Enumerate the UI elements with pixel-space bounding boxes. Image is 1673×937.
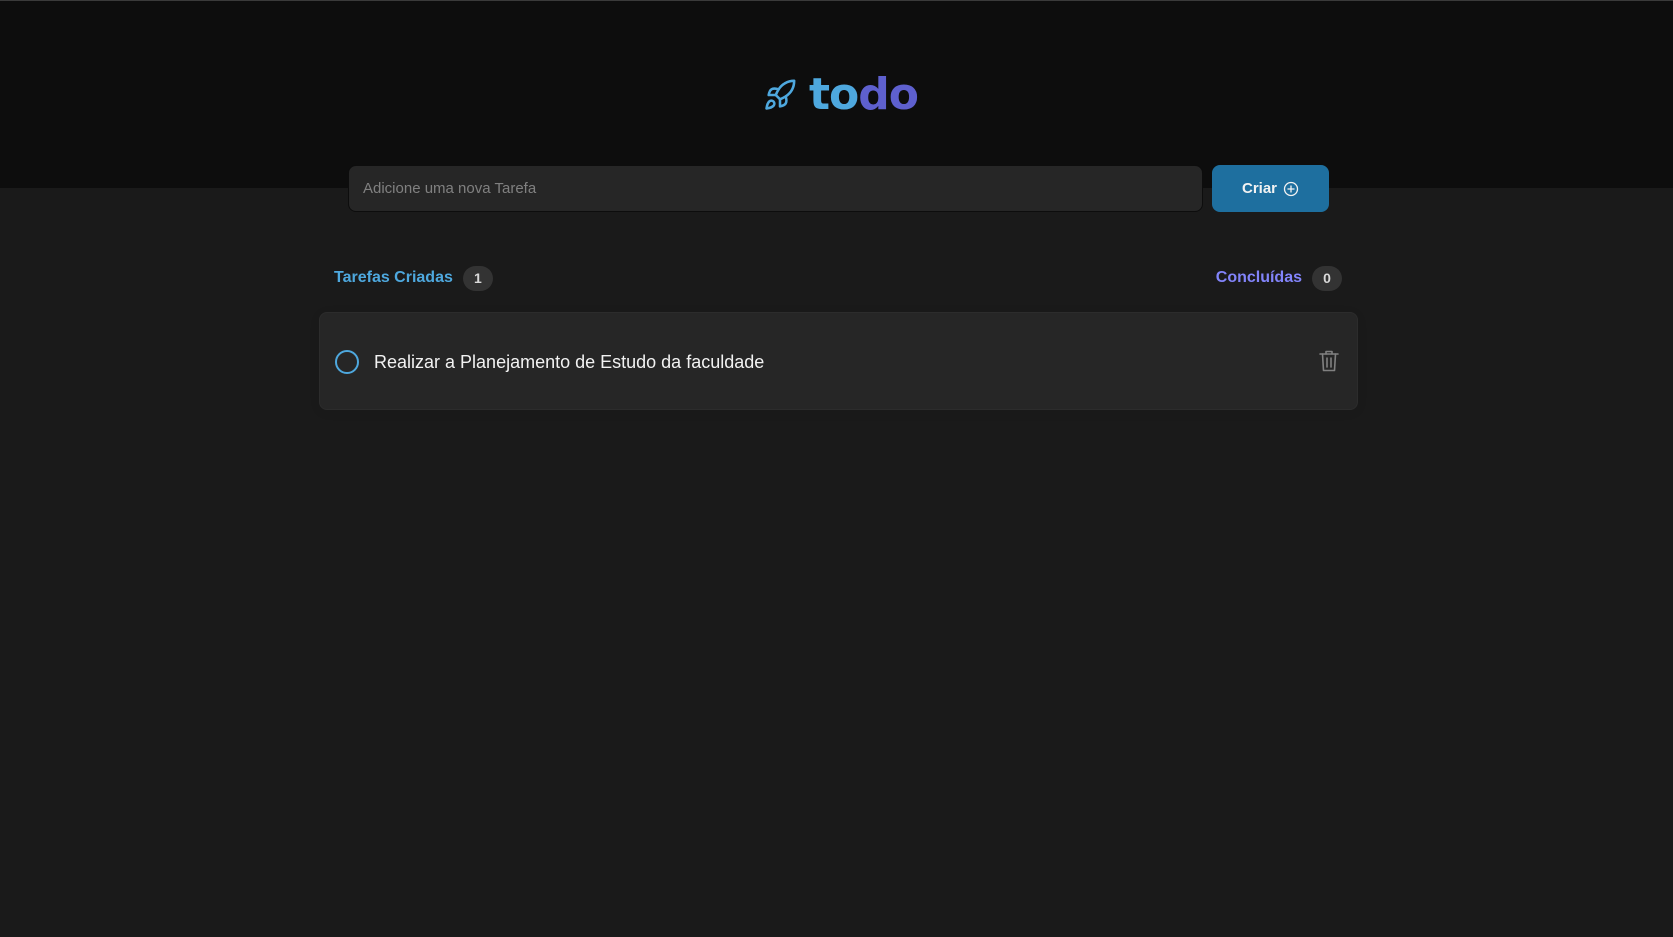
done-counter-label: Concluídas (1215, 269, 1302, 286)
task-item: Realizar a Planejamento de Estudo da fac… (319, 312, 1358, 410)
delete-task-button[interactable] (1315, 347, 1343, 375)
created-counter-label: Tarefas Criadas (334, 269, 453, 286)
task-list: Realizar a Planejamento de Estudo da fac… (319, 312, 1358, 410)
task-counters: Tarefas Criadas 1 Concluídas 0 (334, 265, 1342, 291)
task-checkbox[interactable] (335, 350, 359, 374)
logo: todo (763, 73, 919, 117)
created-counter-badge: 1 (462, 265, 493, 291)
new-task-input[interactable] (348, 165, 1203, 212)
done-counter-badge: 0 (1312, 265, 1342, 291)
create-button-label: Criar (1241, 180, 1278, 197)
logo-text-part2: do (858, 69, 919, 120)
logo-text-part1: to (809, 69, 859, 120)
header: todo (0, 0, 1673, 188)
create-button[interactable]: Criar (1212, 165, 1329, 212)
task-text: Realizar a Planejamento de Estudo da fac… (374, 352, 765, 372)
trash-icon (1319, 350, 1339, 372)
created-counter: Tarefas Criadas 1 (334, 265, 493, 291)
rocket-icon (765, 79, 796, 110)
app: todo Criar Tarefas Criadas 1 Concluídas … (0, 0, 1673, 937)
plus-circle-icon (1283, 181, 1299, 196)
done-counter: Concluídas 0 (1216, 265, 1342, 291)
logo-text: todo (809, 73, 919, 117)
new-task-form: Criar (348, 165, 1329, 212)
